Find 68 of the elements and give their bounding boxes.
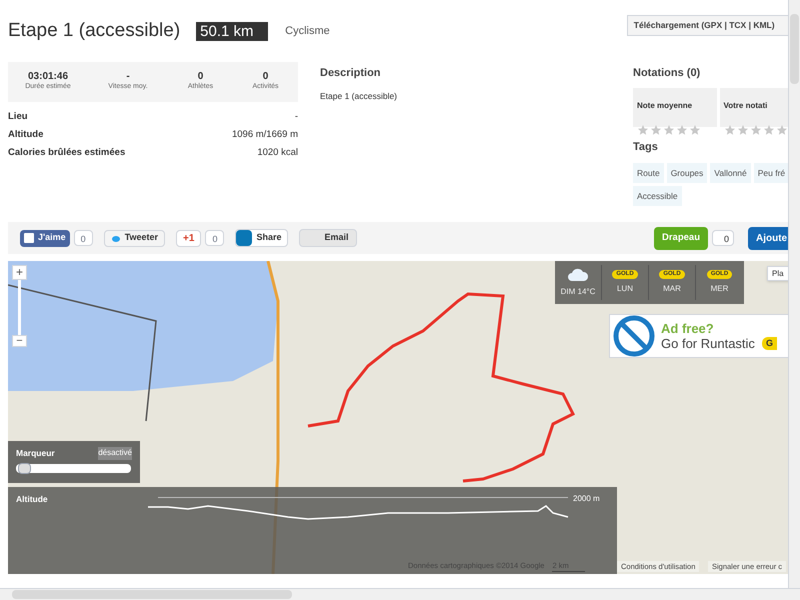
rating-label: Note moyenne	[637, 100, 692, 110]
star-icon[interactable]	[776, 124, 788, 136]
star-icon[interactable]	[637, 124, 649, 136]
sport-label: Cyclisme	[285, 24, 330, 39]
description-heading: Description	[320, 66, 382, 81]
like-button[interactable]: J'aime	[20, 230, 70, 246]
cloud-icon	[567, 268, 589, 282]
forecast-day: LUN	[616, 283, 633, 295]
detail-value: -	[294, 110, 298, 124]
rating-label: Votre notati	[724, 100, 768, 110]
ad-subtitle: Go for Runtastic	[661, 336, 755, 351]
ad-banner[interactable]: Ad free? Go for Runtastic G	[609, 314, 788, 358]
horizontal-scrollbar[interactable]	[0, 588, 800, 600]
stat-value: 03:01:46	[28, 71, 68, 82]
star-icon[interactable]	[663, 124, 675, 136]
route-title: Etape 1 (accessible)	[8, 18, 180, 43]
marker-label: Marqueur	[16, 447, 55, 460]
forecast-day: MAR	[663, 283, 681, 295]
stat-value: 0	[198, 71, 204, 82]
forecast-day: DIM 14°C	[560, 286, 596, 298]
tag-chip[interactable]: Vallonné	[710, 163, 751, 183]
ratings-heading: Notations (0)	[633, 66, 702, 81]
share-button[interactable]: Share	[235, 229, 288, 247]
share-count: 0	[74, 230, 93, 246]
add-button[interactable]: Ajoute	[748, 226, 788, 250]
star-icon[interactable]	[689, 124, 701, 136]
email-button[interactable]: Email	[299, 229, 358, 247]
altitude-label: Altitude	[16, 493, 48, 506]
star-icon[interactable]	[762, 124, 774, 136]
star-icon[interactable]	[724, 124, 736, 136]
star-icon[interactable]	[650, 124, 662, 136]
plus-one-button[interactable]: +1	[176, 230, 202, 246]
marker-slider[interactable]	[16, 464, 131, 473]
tag-chip[interactable]: Groupes	[666, 163, 708, 183]
flag-count: 0	[712, 230, 734, 246]
no-ad-icon	[612, 315, 656, 357]
detail-label: Altitude	[8, 128, 44, 142]
detail-label: Calories brûlées estimées	[8, 146, 126, 160]
share-count: 0	[205, 230, 224, 246]
altitude-scale: 2000 m	[573, 493, 600, 505]
tags-heading: Tags	[633, 140, 659, 154]
forecast-day: MER	[710, 283, 728, 295]
description-text: Etape 1 (accessible)	[320, 90, 398, 102]
zoom-out-button[interactable]: −	[12, 335, 27, 347]
tag-chip[interactable]: Accessible	[633, 186, 682, 206]
facebook-icon	[24, 233, 34, 243]
vertical-scrollbar[interactable]	[788, 0, 800, 588]
star-icon[interactable]	[676, 124, 688, 136]
ad-go-button[interactable]: G	[762, 336, 777, 350]
detail-value: 1020 kcal	[257, 146, 298, 160]
stat-value: -	[126, 71, 130, 82]
slider-thumb[interactable]	[18, 462, 32, 474]
tag-chip[interactable]: Peu fré	[754, 163, 788, 183]
ad-title: Ad free?	[661, 321, 715, 336]
star-icon[interactable]	[736, 124, 748, 136]
tag-chip[interactable]: Route	[633, 163, 664, 183]
linkedin-icon	[236, 230, 252, 246]
distance-badge: 50.1 km	[196, 22, 268, 40]
zoom-in-button[interactable]: +	[12, 265, 27, 280]
star-icon[interactable]	[750, 124, 762, 136]
detail-value: 1096 m/1669 m	[232, 128, 298, 142]
map-type-button[interactable]: Pla	[767, 266, 788, 281]
marker-status[interactable]: désactivé	[98, 447, 132, 460]
download-button[interactable]: Téléchargement (GPX | TCX | KML)	[626, 14, 788, 36]
bird-icon	[110, 234, 121, 242]
tweet-button[interactable]: Tweeter	[104, 230, 166, 246]
stat-value: 0	[262, 71, 268, 82]
detail-label: Lieu	[8, 110, 28, 124]
